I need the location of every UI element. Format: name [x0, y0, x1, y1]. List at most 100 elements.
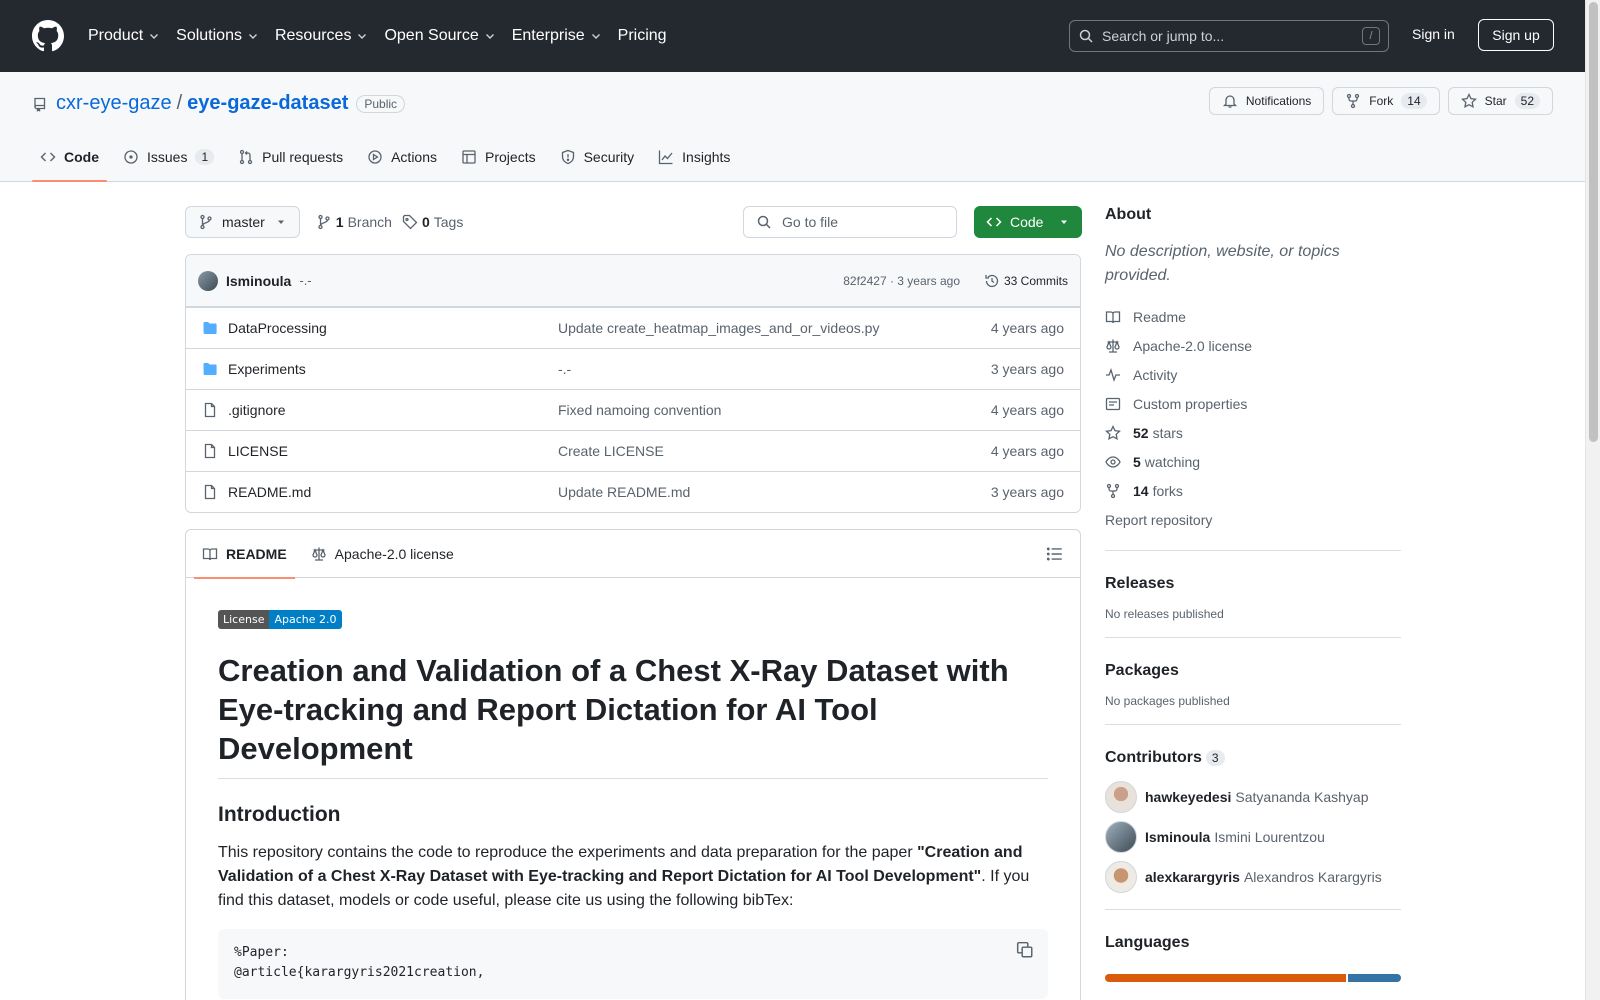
nav-pricing[interactable]: Pricing	[618, 27, 667, 45]
file-age: 4 years ago	[990, 320, 1064, 336]
file-name-link[interactable]: Experiments	[228, 361, 558, 377]
list-icon[interactable]	[1046, 545, 1064, 563]
license-badge[interactable]: License Apache 2.0	[218, 610, 342, 629]
contributor-item[interactable]: Isminoula Ismini Lourentzou	[1105, 821, 1401, 853]
readme-body: License Apache 2.0 Creation and Validati…	[186, 578, 1080, 1000]
file-name-link[interactable]: README.md	[228, 484, 558, 500]
watching-link[interactable]: 5 watching	[1105, 447, 1401, 476]
custom-properties-link[interactable]: Custom properties	[1105, 389, 1401, 418]
commit-author-link[interactable]: Isminoula	[226, 273, 291, 289]
file-name-link[interactable]: .gitignore	[228, 402, 558, 418]
fork-button[interactable]: Fork 14	[1332, 87, 1440, 115]
commit-hash-age[interactable]: 82f2427 · 3 years ago	[843, 274, 960, 288]
report-repository-link[interactable]: Report repository	[1105, 505, 1401, 534]
tab-issues[interactable]: Issues 1	[115, 133, 222, 181]
packages-heading[interactable]: Packages	[1105, 662, 1401, 680]
shield-icon	[561, 149, 574, 165]
tab-pull-requests[interactable]: Pull requests	[230, 133, 351, 181]
file-toolbar: master 1 Branch 0 Tags Go to file Code	[185, 206, 1082, 238]
scrollbar-thumb[interactable]	[1589, 2, 1598, 442]
avatar[interactable]	[1105, 781, 1137, 813]
stars-label: stars	[1152, 424, 1183, 441]
nav-enterprise[interactable]: Enterprise	[512, 27, 602, 45]
file-row[interactable]: DataProcessing Update create_heatmap_ima…	[186, 307, 1080, 348]
file-commit-message[interactable]: -.-	[558, 361, 571, 377]
chevron-down-icon	[358, 34, 367, 39]
tags-link[interactable]: 0 Tags	[402, 214, 463, 230]
file-commit-message[interactable]: Update create_heatmap_images_and_or_vide…	[558, 320, 879, 336]
go-to-file-placeholder: Go to file	[782, 214, 839, 230]
contributor-name: Satyananda Kashyap	[1235, 789, 1369, 805]
stars-link[interactable]: 52 stars	[1105, 418, 1401, 447]
avatar[interactable]	[1105, 821, 1137, 853]
nav-open-source[interactable]: Open Source	[384, 27, 495, 45]
avatar[interactable]	[198, 270, 218, 291]
readme-link[interactable]: Readme	[1105, 302, 1401, 331]
github-logo-icon[interactable]	[32, 20, 64, 52]
tab-code[interactable]: Code	[32, 133, 107, 182]
file-name-link[interactable]: LICENSE	[228, 443, 558, 459]
avatar[interactable]	[1105, 861, 1137, 893]
tab-insights[interactable]: Insights	[650, 133, 738, 181]
go-to-file-input[interactable]: Go to file	[743, 206, 957, 238]
contributors-heading[interactable]: Contributors 3	[1105, 749, 1401, 767]
tab-license[interactable]: Apache-2.0 license	[303, 530, 462, 578]
tab-security[interactable]: Security	[552, 133, 643, 181]
file-commit-message[interactable]: Fixed namoing convention	[558, 402, 721, 418]
nav-resources-label: Resources	[274, 27, 352, 44]
file-row[interactable]: LICENSE Create LICENSE 4 years ago	[186, 430, 1080, 471]
fork-label: Fork	[1369, 94, 1394, 108]
page-scrollbar[interactable]	[1585, 0, 1600, 1000]
book-icon	[202, 547, 218, 560]
releases-heading[interactable]: Releases	[1105, 575, 1401, 593]
nav-product[interactable]: Product	[88, 27, 160, 45]
forks-link[interactable]: 14 forks	[1105, 476, 1401, 505]
tab-projects[interactable]: Projects	[453, 133, 544, 181]
global-search-input[interactable]: Search or jump to... /	[1069, 20, 1389, 52]
star-button[interactable]: Star 52	[1447, 87, 1553, 115]
file-row[interactable]: Experiments -.- 3 years ago	[186, 348, 1080, 389]
file-row[interactable]: .gitignore Fixed namoing convention 4 ye…	[186, 389, 1080, 430]
branch-icon	[318, 214, 330, 230]
copy-icon[interactable]	[1016, 941, 1034, 959]
commits-history-link[interactable]: 33 Commits	[984, 273, 1068, 289]
file-row[interactable]: README.md Update README.md 3 years ago	[186, 471, 1080, 512]
star-icon	[1105, 424, 1121, 440]
commit-message-link[interactable]: -.-	[299, 273, 311, 288]
caret-down-icon	[1061, 220, 1067, 224]
file-age: 3 years ago	[990, 361, 1064, 377]
nav-product-label: Product	[88, 27, 144, 44]
repo-title: cxr-eye-gaze / eye-gaze-dataset Public	[32, 92, 406, 115]
main-column: master 1 Branch 0 Tags Go to file Code I…	[185, 206, 1082, 1000]
branches-link[interactable]: 1 Branch	[316, 214, 392, 230]
tab-pull-requests-label: Pull requests	[262, 149, 344, 165]
sign-in-link[interactable]: Sign in	[1412, 26, 1455, 42]
bibtex-code-block: %Paper: @article{karargyris2021creation,	[218, 929, 1048, 1000]
repo-owner-link[interactable]: cxr-eye-gaze	[56, 92, 172, 115]
tab-readme[interactable]: README	[194, 530, 295, 579]
file-commit-message[interactable]: Create LICENSE	[558, 443, 664, 459]
sign-up-button[interactable]: Sign up	[1478, 19, 1554, 51]
file-commit-message[interactable]: Update README.md	[558, 484, 690, 500]
notifications-button[interactable]: Notifications	[1208, 87, 1325, 115]
code-dropdown-button[interactable]: Code	[974, 206, 1082, 238]
readme-title: Creation and Validation of a Chest X-Ray…	[218, 651, 1048, 780]
branch-selector[interactable]: master	[185, 206, 300, 238]
caret-down-icon	[277, 220, 284, 224]
history-icon	[985, 274, 999, 287]
nav-resources[interactable]: Resources	[275, 27, 368, 45]
repo-name-link[interactable]: eye-gaze-dataset	[187, 92, 348, 115]
tab-issues-label: Issues	[147, 149, 188, 165]
file-name-link[interactable]: DataProcessing	[228, 320, 558, 336]
search-icon	[757, 215, 771, 229]
table-icon	[462, 150, 476, 164]
contributor-item[interactable]: alexkarargyris Alexandros Karargyris	[1105, 861, 1401, 893]
search-placeholder: Search or jump to...	[1102, 28, 1225, 44]
language-bar-segment	[1105, 974, 1347, 982]
activity-link[interactable]: Activity	[1105, 360, 1401, 389]
nav-solutions[interactable]: Solutions	[176, 27, 259, 45]
tab-actions[interactable]: Actions	[359, 133, 445, 181]
about-heading: About	[1105, 206, 1152, 223]
contributor-item[interactable]: hawkeyedesi Satyananda Kashyap	[1105, 781, 1401, 813]
license-link[interactable]: Apache-2.0 license	[1105, 331, 1401, 360]
